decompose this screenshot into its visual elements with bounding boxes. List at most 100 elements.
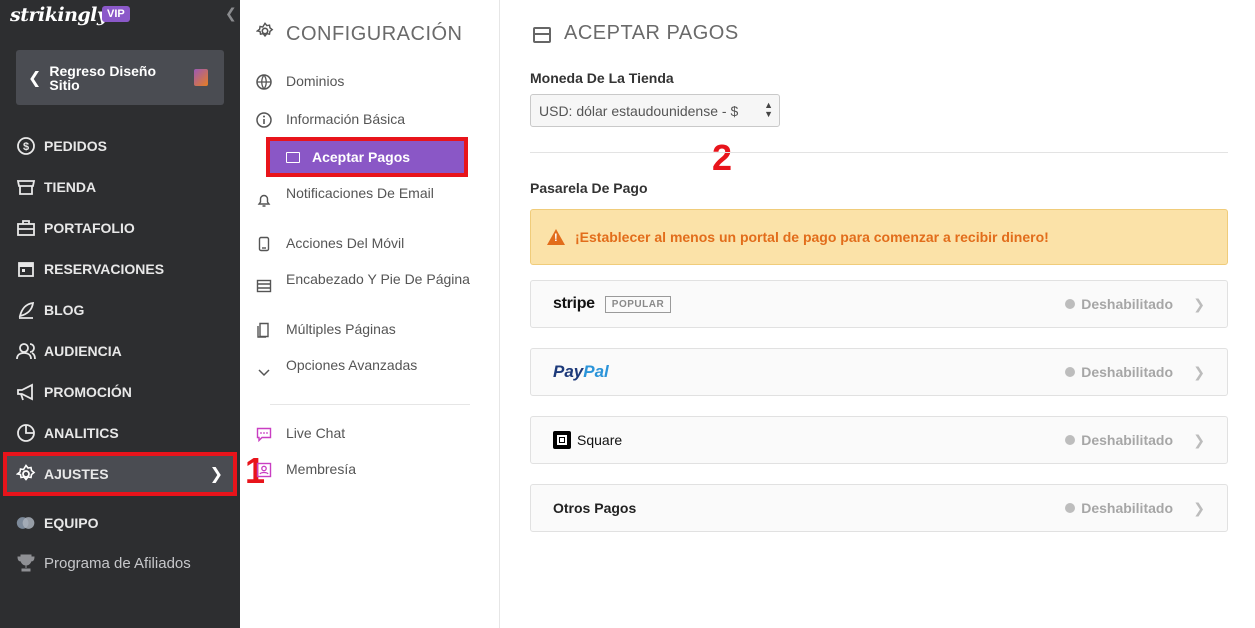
settings-item-dominios[interactable]: Dominios — [256, 73, 476, 90]
sidebar-item-blog[interactable]: BLOG — [16, 298, 228, 322]
chevron-left-icon: ❮ — [28, 69, 42, 87]
sidebar-item-portafolio[interactable]: PORTAFOLIO — [16, 216, 228, 240]
status-text: Deshabilitado — [1081, 500, 1173, 516]
status-dot-icon — [1065, 367, 1076, 377]
gear-icon — [16, 464, 36, 484]
settings-item-opciones-avanzadas[interactable]: Opciones Avanzadas — [258, 357, 476, 377]
sidebar-item-label: PEDIDOS — [44, 138, 108, 154]
otros-pagos-label: Otros Pagos — [553, 500, 637, 516]
vip-badge: VIP — [102, 6, 130, 22]
gateway-name: Otros Pagos — [553, 500, 636, 516]
people-icon — [16, 341, 36, 361]
layout-icon — [256, 278, 274, 296]
paypal-logo: PayPal — [553, 362, 609, 382]
gateway-row-square[interactable]: Square Deshabilitado ❯ — [530, 416, 1228, 464]
paypal-logo-pal: Pal — [583, 362, 609, 381]
sidebar-item-audiencia[interactable]: AUDIENCIA — [16, 339, 228, 363]
settings-item-label: Membresía — [286, 461, 357, 477]
status-dot-icon — [1065, 299, 1076, 309]
status-text: Deshabilitado — [1081, 432, 1173, 448]
chevron-down-icon — [256, 364, 274, 382]
chevron-right-icon: ❯ — [1193, 295, 1205, 312]
sidebar-item-equipo[interactable]: EQUIPO — [16, 511, 228, 535]
chevron-right-icon: ❯ — [1193, 499, 1205, 516]
back-to-site-design-button[interactable]: ❮ Regreso Diseño Sitio — [16, 50, 224, 105]
briefcase-icon — [16, 218, 36, 238]
mobile-icon — [256, 236, 274, 254]
settings-item-informacion-basica[interactable]: Información Básica — [256, 111, 476, 128]
sidebar-item-label: TIENDA — [44, 179, 97, 195]
sidebar-item-label: RESERVACIONES — [44, 261, 165, 277]
sidebar-item-ajustes[interactable]: AJUSTES ❯ — [3, 452, 237, 496]
sidebar-item-afiliados[interactable]: Programa de Afiliados — [16, 551, 228, 575]
settings-item-acciones-movil[interactable]: Acciones Del Móvil — [258, 236, 476, 252]
settings-item-live-chat[interactable]: Live Chat — [256, 425, 476, 443]
chevron-right-icon: ❯ — [1193, 431, 1205, 448]
gateway-row-stripe[interactable]: stripe POPULAR Deshabilitado ❯ — [530, 280, 1228, 328]
settings-item-label: Dominios — [286, 73, 345, 89]
file-icon — [194, 69, 208, 86]
settings-item-aceptar-pagos[interactable]: Aceptar Pagos — [270, 141, 464, 173]
sidebar-item-label: BLOG — [44, 302, 85, 318]
globe-icon — [256, 74, 274, 92]
sidebar-item-pedidos[interactable]: $ PEDIDOS — [16, 134, 228, 158]
alert-text: ¡Establecer al menos un portal de pago p… — [575, 229, 1049, 245]
settings-heading: CONFIGURACIÓN — [255, 22, 463, 46]
select-arrows-icon: ▲ ▼ — [764, 100, 773, 119]
sidebar-item-promocion[interactable]: PROMOCIÓN — [16, 380, 228, 404]
settings-item-label: Múltiples Páginas — [286, 321, 396, 337]
pen-icon — [16, 300, 36, 320]
dollar-icon: $ — [16, 136, 36, 156]
settings-item-encabezado-pie[interactable]: Encabezado Y Pie De Página — [256, 271, 476, 293]
sidebar-item-reservaciones[interactable]: RESERVACIONES — [16, 257, 228, 281]
bell-icon — [256, 192, 274, 210]
settings-item-label: Información Básica — [286, 111, 406, 127]
strikingly-logo[interactable]: strikingly — [10, 4, 108, 26]
gateway-name: PayPal — [553, 362, 609, 382]
sidebar-item-label: ANALITICS — [44, 425, 119, 441]
settings-item-multiples-paginas[interactable]: Múltiples Páginas — [257, 321, 476, 338]
calendar-icon — [16, 259, 36, 279]
back-button-label: Regreso Diseño Sitio — [49, 62, 156, 93]
sidebar-item-label: PROMOCIÓN — [44, 384, 132, 400]
settings-item-label: Aceptar Pagos — [312, 149, 411, 165]
page-title: ACEPTAR PAGOS — [564, 22, 739, 44]
gateway-status: Deshabilitado — [1065, 296, 1173, 312]
warning-icon: ! — [547, 229, 565, 245]
status-dot-icon — [1065, 435, 1076, 445]
store-icon — [16, 177, 36, 197]
annotation-number-2: 2 — [712, 137, 733, 178]
settings-title: CONFIGURACIÓN — [286, 22, 463, 45]
collapse-sidebar-icon[interactable]: ❮ — [225, 5, 237, 22]
sidebar-item-label: AUDIENCIA — [44, 343, 122, 359]
sidebar-item-label: PORTAFOLIO — [44, 220, 135, 236]
info-icon — [256, 112, 274, 130]
member-icon — [256, 462, 274, 480]
status-dot-icon — [1065, 503, 1076, 513]
gateway-status: Deshabilitado — [1065, 500, 1173, 516]
pie-chart-icon — [16, 423, 36, 443]
settings-item-label: Encabezado Y Pie De Página — [286, 271, 470, 287]
sidebar-item-analitics[interactable]: ANALITICS — [16, 421, 228, 445]
square-logo-icon — [553, 431, 571, 449]
settings-item-notificaciones[interactable]: Notificaciones De Email — [257, 185, 476, 207]
stripe-logo: stripe — [553, 295, 595, 312]
settings-item-label: Live Chat — [286, 425, 346, 441]
gateway-row-otros-pagos[interactable]: Otros Pagos Deshabilitado ❯ — [530, 484, 1228, 532]
settings-item-membresia[interactable]: Membresía — [256, 461, 476, 478]
chevron-right-icon: ❯ — [209, 466, 223, 483]
gear-icon — [255, 22, 276, 46]
paypal-logo-pay: Pay — [553, 362, 584, 381]
currency-select[interactable]: USD: dólar estaudounidense - $ ▲ ▼ — [530, 94, 780, 127]
settings-item-label: Opciones Avanzadas — [286, 357, 418, 373]
sidebar-item-tienda[interactable]: TIENDA — [16, 175, 228, 199]
chat-icon — [256, 426, 274, 444]
settings-item-label: Notificaciones De Email — [286, 185, 434, 201]
gateway-status: Deshabilitado — [1065, 364, 1173, 380]
card-icon — [286, 152, 300, 163]
settings-divider — [270, 404, 470, 405]
status-text: Deshabilitado — [1081, 296, 1173, 312]
pages-icon — [256, 322, 274, 340]
card-icon — [533, 27, 551, 43]
gateway-row-paypal[interactable]: PayPal Deshabilitado ❯ — [530, 348, 1228, 396]
